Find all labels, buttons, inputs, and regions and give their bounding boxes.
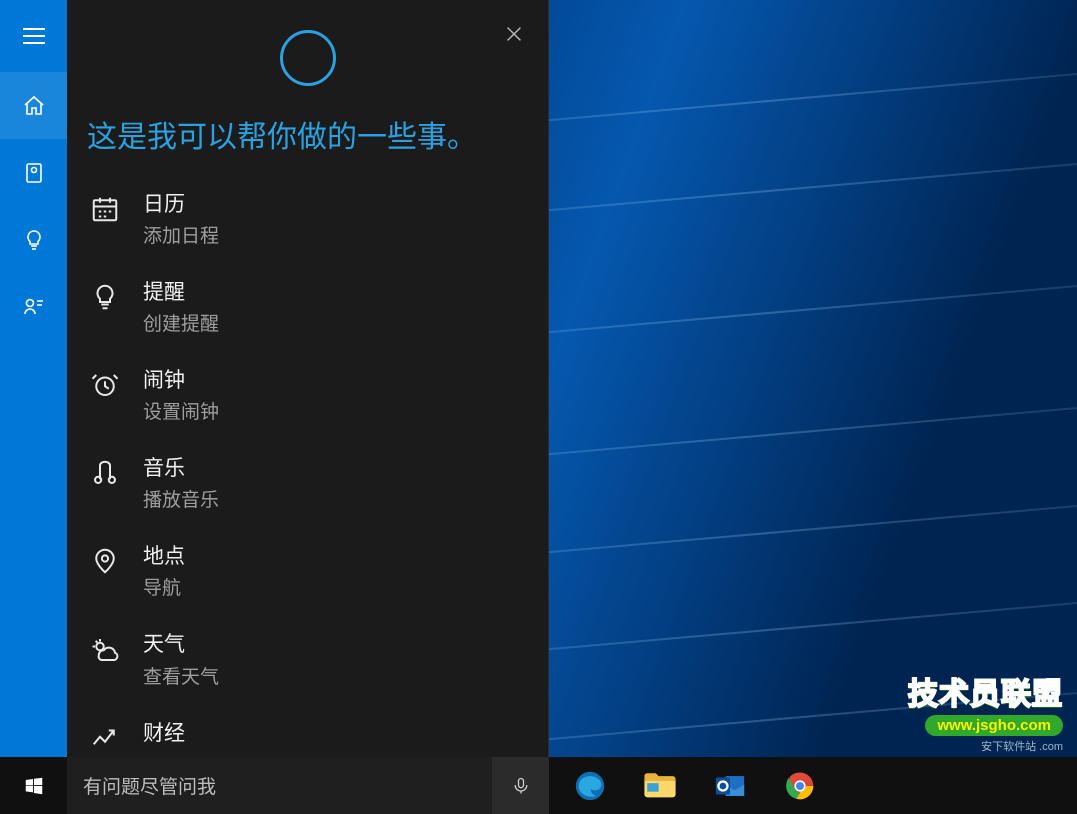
music-icon: [87, 456, 123, 488]
cortana-sidebar: [0, 0, 67, 757]
alarm-icon: [87, 368, 123, 400]
chrome-icon: [784, 770, 816, 802]
watermark-url: www.jsgho.com: [925, 715, 1063, 736]
skill-title: 地点: [143, 544, 185, 569]
skill-title: 天气: [143, 632, 219, 657]
notebook-icon: [22, 161, 46, 185]
stocks-icon: [87, 721, 123, 753]
menu-icon: [23, 28, 45, 44]
menu-button[interactable]: [0, 0, 67, 72]
skill-subtitle: 创建提醒: [143, 309, 219, 336]
skill-calendar[interactable]: 日历 添加日程: [87, 176, 548, 264]
skill-title: 闹钟: [143, 368, 219, 393]
watermark: 技术员联盟 www.jsgho.com 安下软件站 .com: [908, 669, 1063, 754]
file-explorer-icon: [643, 771, 677, 801]
lightbulb-icon: [87, 280, 123, 312]
skill-weather[interactable]: 天气 查看天气: [87, 616, 548, 704]
desktop: 这是我可以帮你做的一些事。 日历 添加日程 提醒 创建提醒: [0, 0, 1077, 814]
cortana-heading: 这是我可以帮你做的一些事。: [67, 86, 548, 170]
taskbar-app-chrome[interactable]: [765, 757, 835, 814]
taskbar: 有问题尽管问我: [0, 757, 1077, 814]
lightbulb-icon: [22, 228, 46, 252]
location-icon: [87, 544, 123, 576]
feedback-button[interactable]: [0, 273, 67, 340]
skill-reminder[interactable]: 提醒 创建提醒: [87, 264, 548, 352]
skill-alarm[interactable]: 闹钟 设置闹钟: [87, 352, 548, 440]
skill-subtitle: 导航: [143, 573, 185, 600]
mic-button[interactable]: [492, 757, 549, 814]
search-placeholder: 有问题尽管问我: [83, 772, 216, 799]
home-icon: [22, 94, 46, 118]
skill-title: 财经: [143, 721, 185, 746]
skill-subtitle: 设置闹钟: [143, 397, 219, 424]
weather-icon: [87, 632, 123, 664]
edge-icon: [573, 769, 607, 803]
skill-subtitle: 添加日程: [143, 221, 219, 248]
cortana-panel: 这是我可以帮你做的一些事。 日历 添加日程 提醒 创建提醒: [67, 0, 549, 757]
watermark-title: 技术员联盟: [908, 669, 1063, 713]
cortana-logo-icon: [280, 30, 336, 86]
taskbar-app-outlook[interactable]: [695, 757, 765, 814]
close-button[interactable]: [494, 14, 534, 54]
feedback-icon: [22, 295, 46, 319]
skill-finance[interactable]: 财经: [87, 705, 548, 757]
windows-icon: [23, 775, 45, 797]
taskbar-app-file-explorer[interactable]: [625, 757, 695, 814]
skill-title: 日历: [143, 192, 219, 217]
tips-button[interactable]: [0, 206, 67, 273]
skill-subtitle: 播放音乐: [143, 485, 219, 512]
skill-title: 提醒: [143, 280, 219, 305]
skills-list: 日历 添加日程 提醒 创建提醒 闹钟 设置闹钟: [67, 170, 548, 758]
skill-subtitle: 查看天气: [143, 662, 219, 689]
start-button[interactable]: [0, 757, 67, 814]
close-icon: [503, 23, 525, 45]
taskbar-app-edge[interactable]: [555, 757, 625, 814]
notebook-button[interactable]: [0, 139, 67, 206]
taskbar-apps: [555, 757, 835, 814]
calendar-icon: [87, 192, 123, 224]
outlook-icon: [713, 769, 747, 803]
watermark-sub: 安下软件站 .com: [908, 738, 1063, 754]
skill-title: 音乐: [143, 456, 219, 481]
home-button[interactable]: [0, 72, 67, 139]
skill-places[interactable]: 地点 导航: [87, 528, 548, 616]
mic-icon: [511, 776, 531, 796]
skill-music[interactable]: 音乐 播放音乐: [87, 440, 548, 528]
search-input[interactable]: 有问题尽管问我: [67, 757, 492, 814]
